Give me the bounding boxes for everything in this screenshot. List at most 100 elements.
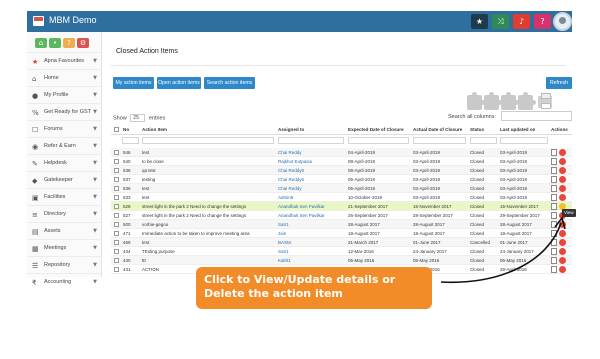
delete-icon[interactable] [559, 266, 566, 273]
table-row[interactable]: 500 vorbie-gegoo Satr1 28-August 2017 28-Aug… [111, 220, 572, 229]
star-icon[interactable]: ★ [471, 14, 488, 29]
row-assigned-to[interactable]: Admin5 [278, 195, 293, 200]
col-actual-date[interactable]: Actual Date of Closure [413, 127, 462, 132]
row-assigned-to[interactable]: Chai Reddy [278, 150, 302, 155]
delete-icon[interactable] [559, 221, 566, 228]
table-row[interactable]: 533 test Admin5 10-October-2019 03-April-201… [111, 193, 572, 202]
sidebar-item-gatekeeper[interactable]: ◆ Gatekeeper ▼ [27, 171, 102, 188]
delete-icon[interactable] [559, 239, 566, 246]
delete-icon[interactable] [559, 248, 566, 255]
delete-icon[interactable] [559, 185, 566, 192]
table-row[interactable]: 538 qa test Chai Reddy6 08-April-2019 03-Apr… [111, 166, 572, 175]
row-assigned-to[interactable]: Chai Reddy6 [278, 177, 304, 182]
view-edit-icon[interactable] [551, 167, 557, 174]
row-assigned-to[interactable]: Anandhak Sen Pavilkar [278, 213, 325, 218]
row-assigned-to[interactable]: Satr1 [278, 222, 289, 227]
view-edit-icon[interactable] [551, 194, 557, 201]
table-row[interactable]: 469 test BASM 31-March 2017 01-June 2017 Canc… [111, 238, 572, 247]
view-edit-icon[interactable] [551, 185, 557, 192]
sidebar-item-repository[interactable]: ☰ Repository ▼ [27, 256, 102, 273]
sidebar-item-home[interactable]: ⌂ Home ▼ [27, 69, 102, 86]
delete-icon[interactable] [559, 230, 566, 237]
view-edit-icon[interactable] [551, 203, 557, 210]
table-row[interactable]: 434 TEsting purpose Satr1 12-Mar-2016 24-Jan… [111, 247, 572, 256]
user-quick-icon[interactable]: • [49, 38, 61, 48]
row-assigned-to[interactable]: Rajkhot Eutpasia [278, 159, 312, 164]
export-puzzle-icon[interactable] [501, 92, 519, 110]
delete-icon[interactable] [559, 167, 566, 174]
view-edit-icon[interactable] [551, 158, 557, 165]
col-last-updated[interactable]: Last updated on [500, 127, 535, 132]
col-no[interactable]: No [123, 127, 129, 132]
help-icon[interactable]: ? [534, 14, 551, 29]
view-edit-icon[interactable] [551, 266, 557, 273]
col-expected-date[interactable]: Expected Date of Closure [348, 127, 404, 132]
table-row[interactable]: 430 ttt Kalrit1 05-May 2016 06-May 2016 Close… [111, 256, 572, 265]
table-row[interactable]: 540 to be close Rajkhot Eutpasia 08-April-2… [111, 157, 572, 166]
export-puzzle-icon[interactable] [484, 92, 502, 110]
sidebar-item-apna-favourites[interactable]: ★ Apna Favourites ▼ [27, 52, 102, 69]
row-checkbox[interactable] [114, 168, 119, 173]
bell-icon[interactable]: ♪ [513, 14, 530, 29]
row-assigned-to[interactable]: BASM [278, 240, 291, 245]
view-edit-icon[interactable] [551, 176, 557, 183]
filter-no-input[interactable] [122, 137, 139, 144]
row-assigned-to[interactable]: Chai Reddy [278, 186, 302, 191]
export-puzzle-icon[interactable] [467, 92, 485, 110]
delete-icon[interactable] [559, 257, 566, 264]
row-assigned-to[interactable]: Chai Reddy6 [278, 168, 304, 173]
col-action-item[interactable]: Action Item [142, 127, 167, 132]
sidebar-item-refer-earn[interactable]: ◉ Refer & Earn ▼ [27, 137, 102, 154]
view-edit-icon[interactable] [551, 248, 557, 255]
user-avatar-icon[interactable] [553, 12, 572, 31]
sidebar-item-facilities[interactable]: ▣ Facilities ▼ [27, 188, 102, 205]
row-checkbox[interactable] [114, 258, 119, 263]
sidebar-item-meetings[interactable]: ▦ Meetings ▼ [27, 239, 102, 256]
filter-actual-input[interactable] [413, 137, 466, 144]
delete-icon[interactable] [559, 176, 566, 183]
row-checkbox[interactable] [114, 159, 119, 164]
help-quick-icon[interactable]: ? [63, 38, 75, 48]
table-row[interactable]: 527 street light in the park 2 Need to ch… [111, 211, 572, 220]
sidebar-item-accounting[interactable]: ₹ Accounting ▼ [27, 273, 102, 290]
row-checkbox[interactable] [114, 177, 119, 182]
row-checkbox[interactable] [114, 231, 119, 236]
sidebar-item-gst[interactable]: % Get Ready for GST ▼ [27, 103, 102, 120]
delete-icon[interactable] [559, 149, 566, 156]
filter-assigned-input[interactable] [278, 137, 344, 144]
table-row[interactable]: 546 test Chai Reddy 04-April-2019 03-April-2… [111, 148, 572, 157]
export-puzzle-icon[interactable] [518, 92, 536, 110]
sidebar-item-my-profile[interactable]: ● My Profile ▼ [27, 86, 102, 103]
sidebar-item-directory[interactable]: ≡ Directory ▼ [27, 205, 102, 222]
row-assigned-to[interactable]: Anandhak Sen Pavilkar [278, 204, 325, 209]
row-checkbox[interactable] [114, 195, 119, 200]
view-edit-icon[interactable] [551, 221, 557, 228]
table-row[interactable]: 471 Immediate action to be taken to impro… [111, 229, 572, 238]
col-assigned-to[interactable]: Assigned to [278, 127, 304, 132]
delete-icon[interactable] [559, 158, 566, 165]
print-icon[interactable] [538, 93, 552, 109]
table-row[interactable]: 537 testing Chai Reddy6 05-April-2019 03-Apr… [111, 175, 572, 184]
row-assigned-to[interactable]: Satr1 [278, 249, 289, 254]
home-quick-icon[interactable]: ⌂ [35, 38, 47, 48]
view-edit-icon[interactable] [551, 257, 557, 264]
my-action-items-button[interactable]: My action items [113, 77, 154, 89]
open-action-items-button[interactable]: Open action items [157, 77, 201, 89]
sidebar-item-forums[interactable]: ☐ Forums ▼ [27, 120, 102, 137]
filter-expected-input[interactable] [348, 137, 409, 144]
filter-updated-input[interactable] [500, 137, 548, 144]
table-row[interactable]: 536 test Chai Reddy 05-April-2019 03-April-2… [111, 184, 572, 193]
row-checkbox[interactable] [114, 222, 119, 227]
row-checkbox[interactable] [114, 249, 119, 254]
sidebar-item-helpdesk[interactable]: ✎ Helpdesk ▼ [27, 154, 102, 171]
refresh-button[interactable]: Refresh [546, 77, 572, 89]
search-action-items-button[interactable]: Search action items [204, 77, 255, 89]
row-checkbox[interactable] [114, 150, 119, 155]
row-assigned-to[interactable]: Jain [278, 231, 286, 236]
view-edit-icon[interactable] [551, 230, 557, 237]
filter-status-input[interactable] [470, 137, 497, 144]
row-checkbox[interactable] [114, 204, 119, 209]
delete-icon[interactable] [559, 194, 566, 201]
col-status[interactable]: Status [470, 127, 484, 132]
select-all-checkbox[interactable] [114, 127, 119, 132]
